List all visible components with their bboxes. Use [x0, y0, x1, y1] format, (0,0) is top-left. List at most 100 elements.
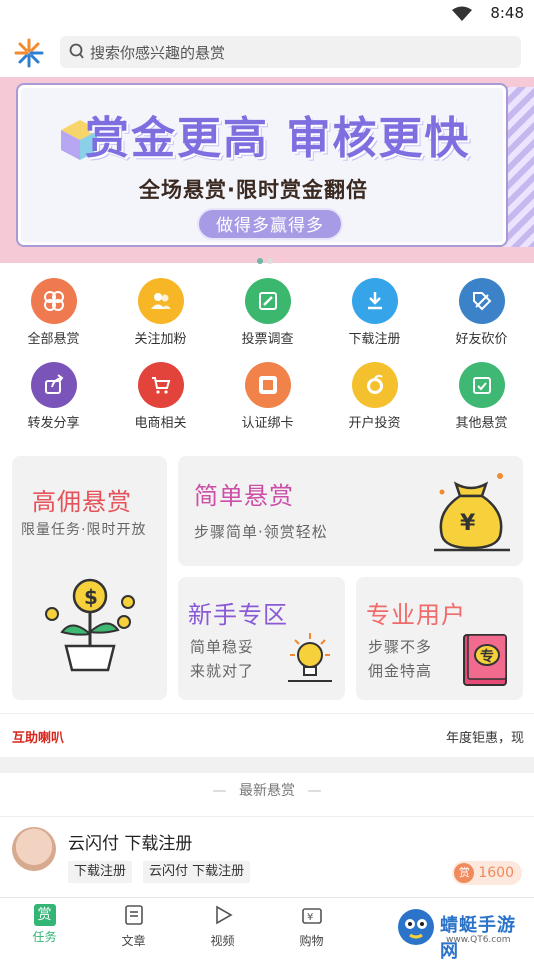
nav-tab-articles[interactable]: 文章 — [89, 898, 178, 950]
feature-subtitle-1: 简单稳妥 — [190, 638, 255, 656]
category-label: 投票调查 — [241, 332, 294, 347]
watermark: 蜻蜓手游网 www.QT6.com — [390, 905, 534, 962]
list-item[interactable]: 云闪付 下载注册 下载注册 云闪付 下载注册 赏 1600 — [0, 816, 534, 896]
category-follow[interactable]: 关注加粉 — [107, 272, 214, 352]
search-icon — [69, 43, 84, 59]
pagination-dot — [267, 258, 273, 264]
item-title: 云闪付 下载注册 — [68, 834, 193, 854]
category-label: 转发分享 — [27, 416, 80, 431]
ticker-message: 年度钜惠，现 — [445, 731, 524, 746]
feature-simple[interactable]: 简单悬赏 步骤简单·领赏轻松 ¥ — [178, 456, 523, 566]
money-bag-icon: ¥ — [434, 473, 510, 552]
category-label: 电商相关 — [134, 416, 187, 431]
article-icon — [124, 905, 143, 925]
download-icon — [351, 278, 398, 324]
feature-subtitle: 步骤简单·领赏轻松 — [194, 523, 328, 541]
reward-icon: 赏 — [33, 904, 56, 926]
nav-tab-shopping[interactable]: ¥ 购物 — [267, 898, 356, 950]
feature-pro[interactable]: 专业用户 步骤不多 佣金特高 专 — [356, 577, 523, 700]
nav-label: 视频 — [210, 934, 235, 948]
latest-label: 最新悬赏 — [239, 783, 295, 799]
money-plant-icon: $ — [45, 578, 135, 672]
banner-subtitle: 全场悬赏·限时赏金翻倍 — [139, 178, 368, 202]
section-divider — [0, 757, 534, 773]
dragonfly-logo-icon — [398, 909, 434, 945]
category-label: 全部悬赏 — [27, 332, 80, 347]
search-header: 搜索你感兴趣的悬赏 — [0, 30, 534, 76]
nav-label: 购物 — [299, 934, 324, 948]
category-label: 关注加粉 — [134, 332, 187, 347]
nav-tab-tasks[interactable]: 赏 任务 — [0, 898, 89, 950]
feature-title: 简单悬赏 — [194, 482, 294, 510]
banner-pagination — [255, 249, 275, 268]
feature-title: 高佣悬赏 — [32, 488, 132, 516]
reward-amount: 1600 — [478, 865, 514, 881]
reward-badge: 赏 1600 — [452, 861, 522, 885]
svg-text:¥: ¥ — [307, 912, 313, 923]
item-tag: 下载注册 — [68, 861, 133, 883]
feature-subtitle-1: 步骤不多 — [368, 638, 433, 656]
feature-subtitle-2: 来就对了 — [190, 662, 255, 680]
shopping-icon: ¥ — [301, 908, 322, 924]
category-label: 开户投资 — [348, 416, 401, 431]
nav-label: 任务 — [32, 930, 57, 944]
avatar — [12, 827, 56, 871]
pencil-icon — [244, 278, 291, 324]
promo-banner[interactable]: 赏金更高 审核更快 全场悬赏·限时赏金翻倍 做得多赢得多 — [0, 77, 534, 263]
category-grid: 全部悬赏 关注加粉 投票调查 下载注册 好友砍价 转发分享 电商相关 认证绑卡 … — [0, 272, 534, 442]
book-icon: 专 — [463, 634, 507, 686]
watermark-url: www.QT6.com — [446, 935, 511, 945]
pagination-dot-active — [257, 258, 263, 264]
status-bar: 8:48 — [0, 0, 534, 30]
feature-subtitle-2: 佣金特高 — [368, 662, 433, 680]
feature-newbie[interactable]: 新手专区 简单稳妥 来就对了 — [178, 577, 345, 700]
reward-icon: 赏 — [454, 863, 475, 883]
cart-icon — [137, 362, 184, 408]
banner-card: 赏金更高 审核更快 全场悬赏·限时赏金翻倍 做得多赢得多 — [18, 85, 506, 245]
search-placeholder: 搜索你感兴趣的悬赏 — [90, 44, 226, 62]
category-other[interactable]: 其他悬赏 — [428, 356, 534, 436]
svg-text:¥: ¥ — [460, 511, 476, 536]
banner-cta-button[interactable]: 做得多赢得多 — [197, 208, 343, 240]
category-label: 认证绑卡 — [241, 416, 294, 431]
category-invest[interactable]: 开户投资 — [321, 356, 428, 436]
item-tag: 云闪付 下载注册 — [143, 861, 251, 883]
clover-icon — [30, 278, 77, 324]
svg-text:$: $ — [84, 585, 98, 609]
nav-tab-videos[interactable]: 视频 — [178, 898, 267, 950]
feature-high-reward[interactable]: 高佣悬赏 限量任务·限时开放 $ — [12, 456, 167, 700]
svg-text:专: 专 — [480, 648, 494, 665]
divider-dash-right: — — [307, 783, 322, 799]
feature-subtitle: 限量任务·限时开放 — [21, 522, 147, 538]
status-time: 8:48 — [490, 4, 524, 22]
orange-icon — [351, 362, 398, 408]
wifi-icon — [452, 6, 472, 21]
banner-title: 赏金更高 审核更快 — [85, 113, 471, 164]
taobao-icon — [244, 362, 291, 408]
share-icon — [30, 362, 77, 408]
category-label: 好友砍价 — [455, 332, 508, 347]
category-ecommerce[interactable]: 电商相关 — [107, 356, 214, 436]
nav-label: 文章 — [121, 934, 146, 948]
category-bargain[interactable]: 好友砍价 — [428, 272, 534, 352]
lightbulb-icon — [288, 633, 332, 682]
play-icon — [215, 905, 233, 925]
category-verify[interactable]: 认证绑卡 — [214, 356, 321, 436]
divider-dash-left: — — [212, 783, 227, 799]
announcement-ticker[interactable]: 互助喇叭 年度钜惠，现 — [0, 713, 534, 757]
app-logo-icon[interactable] — [14, 38, 44, 68]
tag-icon — [458, 278, 505, 324]
category-download[interactable]: 下载注册 — [321, 272, 428, 352]
category-vote[interactable]: 投票调查 — [214, 272, 321, 352]
category-label: 下载注册 — [348, 332, 401, 347]
feature-title: 新手专区 — [188, 601, 288, 629]
search-input[interactable]: 搜索你感兴趣的悬赏 — [60, 36, 521, 68]
feature-title: 专业用户 — [366, 601, 466, 629]
latest-section-header: — 最新悬赏 — — [0, 780, 534, 814]
category-label: 其他悬赏 — [455, 416, 508, 431]
users-icon — [137, 278, 184, 324]
ticker-label: 互助喇叭 — [12, 731, 65, 746]
category-share[interactable]: 转发分享 — [0, 356, 107, 436]
category-all[interactable]: 全部悬赏 — [0, 272, 107, 352]
calendar-check-icon — [458, 362, 505, 408]
